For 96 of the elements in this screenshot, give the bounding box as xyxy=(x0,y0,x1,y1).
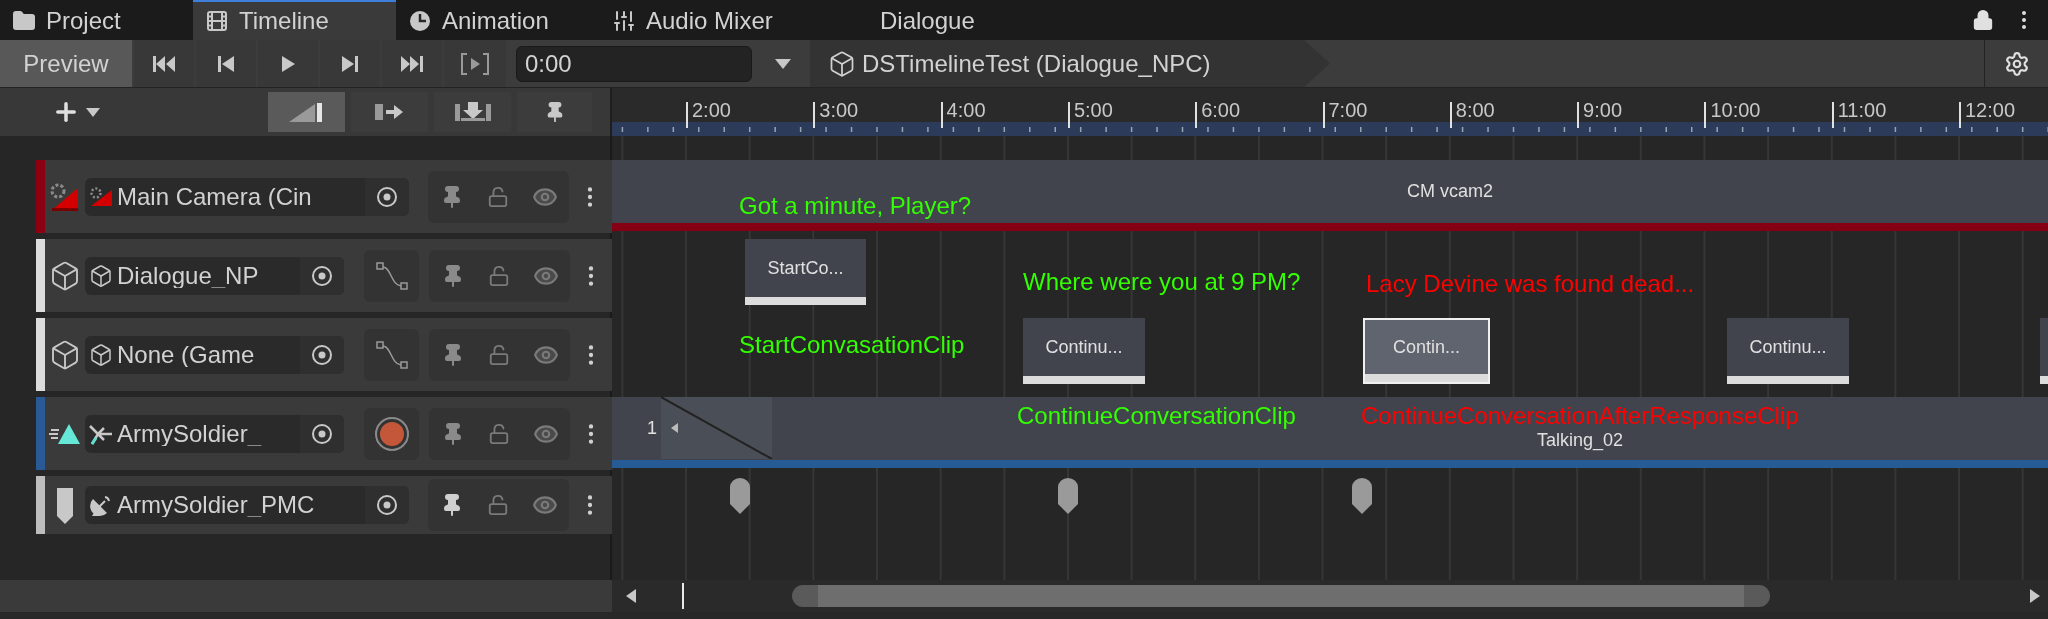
tick-label: 10:00 xyxy=(1710,100,1761,120)
overlay-text: Where were you at 9 PM? xyxy=(1023,270,1301,294)
tick-mark xyxy=(1322,102,1325,128)
tick-mark xyxy=(1959,102,1961,128)
clip-label: Contin... xyxy=(1392,335,1460,359)
left-arrow-icon[interactable] xyxy=(626,589,636,603)
play-range-button[interactable] xyxy=(444,40,506,87)
overlay-text: ContinueConversationAfterResponseClip xyxy=(1361,404,1799,428)
timeline-clip[interactable]: StartCo... xyxy=(745,239,866,305)
clock-icon xyxy=(408,9,432,33)
tick-mark xyxy=(1449,102,1452,128)
right-arrow-icon[interactable] xyxy=(2030,589,2040,603)
edit-mode-button[interactable] xyxy=(268,92,345,132)
tick-label: 4:00 xyxy=(946,100,986,120)
marker[interactable] xyxy=(728,478,752,514)
tick-mark xyxy=(1704,102,1707,128)
cube-icon xyxy=(49,338,81,371)
timeline-clip[interactable]: 1 xyxy=(612,397,661,468)
clip-label: CM vcam2 xyxy=(1407,180,1493,203)
clip-label: 1 xyxy=(647,417,657,440)
tick-mark xyxy=(1195,102,1198,128)
target-icon xyxy=(376,494,398,516)
previous-frame-button[interactable] xyxy=(196,40,256,87)
tick-label: 12:00 xyxy=(1965,100,2016,120)
cube-icon xyxy=(89,263,113,288)
folder-icon xyxy=(12,9,36,33)
tick-mark xyxy=(940,102,943,128)
record-button[interactable] xyxy=(364,407,419,460)
record-icon xyxy=(373,415,410,452)
unlock-icon[interactable] xyxy=(486,494,509,516)
settings-icon xyxy=(2003,50,2030,77)
target-icon xyxy=(311,264,333,287)
unlock-icon[interactable] xyxy=(487,264,510,287)
marker[interactable] xyxy=(1056,478,1080,514)
tick-label: 5:00 xyxy=(1073,100,1113,120)
tick-label: 3:00 xyxy=(819,100,859,120)
horizontal-scrollbar[interactable] xyxy=(612,580,2048,612)
curves-button[interactable] xyxy=(364,328,419,381)
time-field[interactable]: 0:00 xyxy=(516,45,752,82)
caret-icon xyxy=(775,58,791,69)
caret-icon xyxy=(86,107,100,117)
next-frame-button[interactable] xyxy=(320,40,380,87)
tick-mark xyxy=(813,102,816,128)
tick-mark xyxy=(686,102,688,128)
satellite-dish-icon xyxy=(89,493,113,517)
first-frame-button[interactable] xyxy=(134,40,194,87)
tick-label: 8:00 xyxy=(1455,100,1495,120)
clip-label: Continu... xyxy=(1749,335,1827,359)
edit-mode-button[interactable] xyxy=(351,92,428,132)
tick-mark xyxy=(1577,102,1580,128)
clip-label: Talking_02 xyxy=(1536,429,1624,453)
timeline-clip[interactable]: Contin... xyxy=(1363,318,1490,384)
tick-label: 7:00 xyxy=(1328,100,1368,120)
unlock-icon[interactable] xyxy=(487,343,510,366)
pin-button[interactable] xyxy=(517,92,592,132)
target-icon xyxy=(376,185,398,208)
cube-icon xyxy=(828,49,856,78)
overlay-text: Lacy Devine was found dead... xyxy=(1366,272,1695,296)
camera-gear-icon xyxy=(88,185,114,208)
tick-label: 9:00 xyxy=(1583,100,1623,120)
replace-mode-icon xyxy=(452,100,493,124)
target-icon xyxy=(311,422,333,445)
overlay-text: StartConvasationClip xyxy=(739,333,965,357)
tick-label: 2:00 xyxy=(692,100,731,120)
unlock-icon[interactable] xyxy=(486,185,509,208)
film-icon xyxy=(205,9,229,33)
curve-icon xyxy=(374,260,409,291)
play-button[interactable] xyxy=(258,40,318,87)
preview-button[interactable]: Preview xyxy=(0,40,132,87)
sliders-icon xyxy=(612,9,636,33)
timeline-clip[interactable]: Continu... xyxy=(1023,318,1145,384)
clip-label: Continu... xyxy=(1045,335,1123,359)
cube-icon xyxy=(89,342,113,367)
marker[interactable] xyxy=(1350,478,1374,514)
tab[interactable]: Timeline xyxy=(193,0,396,40)
unlock-icon[interactable] xyxy=(487,422,510,445)
curve-icon xyxy=(374,339,409,370)
cube-icon xyxy=(49,259,81,292)
overlay-text: ContinueConversationClip xyxy=(1017,404,1296,428)
marker-icon xyxy=(55,486,75,524)
timeline-clip[interactable]: Continu... xyxy=(1727,318,1849,384)
tick-mark xyxy=(1067,102,1070,128)
last-frame-button[interactable] xyxy=(382,40,442,87)
edit-mode-button[interactable] xyxy=(434,92,511,132)
overlay-text: Got a minute, Player? xyxy=(739,194,972,218)
curves-button[interactable] xyxy=(364,249,419,302)
play-range-icon xyxy=(460,51,490,76)
tick-mark xyxy=(1831,102,1834,128)
target-icon xyxy=(311,343,333,366)
scrollbar-thumb[interactable] xyxy=(792,585,1770,607)
breadcrumb[interactable]: DSTimelineTest (Dialogue_NPC) xyxy=(810,40,1330,87)
breadcrumb-label: DSTimelineTest (Dialogue_NPC) xyxy=(862,48,1211,79)
clip-label: StartCo... xyxy=(767,256,844,280)
tick-label: 6:00 xyxy=(1201,100,1241,120)
tick-label: 11:00 xyxy=(1837,100,1887,120)
lock-icon[interactable] xyxy=(1972,9,1994,31)
